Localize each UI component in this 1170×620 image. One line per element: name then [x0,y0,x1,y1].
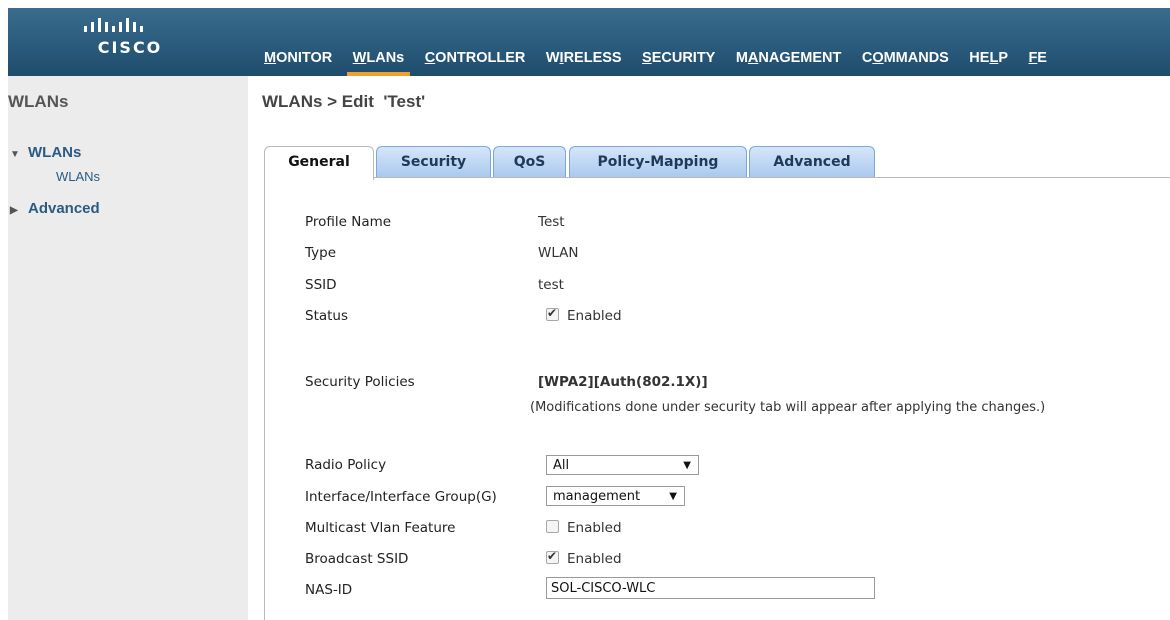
status-field: Enabled [546,306,622,324]
tab-qos[interactable]: QoS [493,146,566,178]
collapsed-triangle-icon: ▶ [10,205,18,216]
sidebar-title: WLANs [8,92,69,111]
expanded-triangle-icon: ▼ [10,149,20,160]
nav-wlans[interactable]: WLANs [346,48,411,76]
ssid-value: test [538,277,564,293]
panel-border [264,177,265,620]
nav-help[interactable]: HELP [963,48,1014,76]
profile-name-label: Profile Name [305,214,392,230]
radio-policy-select[interactable]: All ▼ [546,455,699,475]
profile-name-value: Test [538,214,565,230]
nav-management[interactable]: MANAGEMENT [730,48,848,76]
ssid-label: SSID [305,277,337,293]
tab-security[interactable]: Security [376,146,491,178]
tab-divider [264,177,1170,178]
interface-selected: management [553,489,641,504]
multicast-label: Multicast Vlan Feature [305,520,456,536]
dropdown-arrow-icon: ▼ [669,491,677,502]
sidebar-item-advanced[interactable]: ▶ Advanced [10,200,100,217]
dropdown-arrow-icon: ▼ [683,460,691,471]
sidebar-item-label: Advanced [28,200,100,217]
nav-commands[interactable]: COMMANDS [856,48,955,76]
tab-advanced[interactable]: Advanced [749,146,875,178]
status-checkbox[interactable] [546,306,559,321]
security-policies-value: [WPA2][Auth(802.1X)] [538,374,708,390]
radio-policy-label: Radio Policy [305,457,387,473]
nas-id-label: NAS-ID [305,582,353,598]
nav-controller[interactable]: CONTROLLER [419,48,532,76]
nav-monitor[interactable]: MONITOR [258,48,338,76]
sidebar-item-wlans[interactable]: ▼ WLANs [10,144,81,161]
broadcast-ssid-label: Broadcast SSID [305,551,409,567]
interface-select[interactable]: management ▼ [546,486,685,506]
type-value: WLAN [538,245,579,261]
sidebar-subitem-wlans[interactable]: WLANs [56,169,100,184]
cisco-logo: CISCO [80,16,180,58]
top-navigation-bar: CISCO MONITOR WLANs CONTROLLER WIRELESS … [8,8,1170,76]
nav-feedback[interactable]: FE [1022,48,1053,76]
main-nav: MONITOR WLANs CONTROLLER WIRELESS SECURI… [258,48,1057,76]
security-policies-label: Security Policies [305,374,415,390]
nav-wireless[interactable]: WIRELESS [540,48,628,76]
page-title: WLANs > Edit 'Test' [262,92,426,111]
nav-security[interactable]: SECURITY [636,48,721,76]
radio-policy-selected: All [553,458,570,473]
multicast-field: Enabled [546,520,622,536]
cisco-bars-icon [84,18,143,32]
sidebar-item-label: WLANs [28,144,82,161]
broadcast-enabled-label: Enabled [567,551,622,567]
cisco-wordmark: CISCO [97,38,163,57]
interface-label: Interface/Interface Group(G) [305,489,497,505]
type-label: Type [305,245,337,261]
broadcast-checkbox[interactable] [546,549,559,564]
left-sidebar: WLANs ▼ WLANs WLANs ▶ Advanced [8,76,248,620]
status-label: Status [305,308,349,324]
broadcast-field: Enabled [546,549,622,567]
multicast-checkbox[interactable] [546,520,559,533]
status-enabled-label: Enabled [567,308,622,324]
multicast-enabled-label: Enabled [567,520,622,536]
nas-id-input[interactable] [546,577,875,599]
security-note: (Modifications done under security tab w… [530,400,1046,415]
tab-policy-mapping[interactable]: Policy-Mapping [569,146,747,178]
tab-general[interactable]: General [264,146,374,180]
